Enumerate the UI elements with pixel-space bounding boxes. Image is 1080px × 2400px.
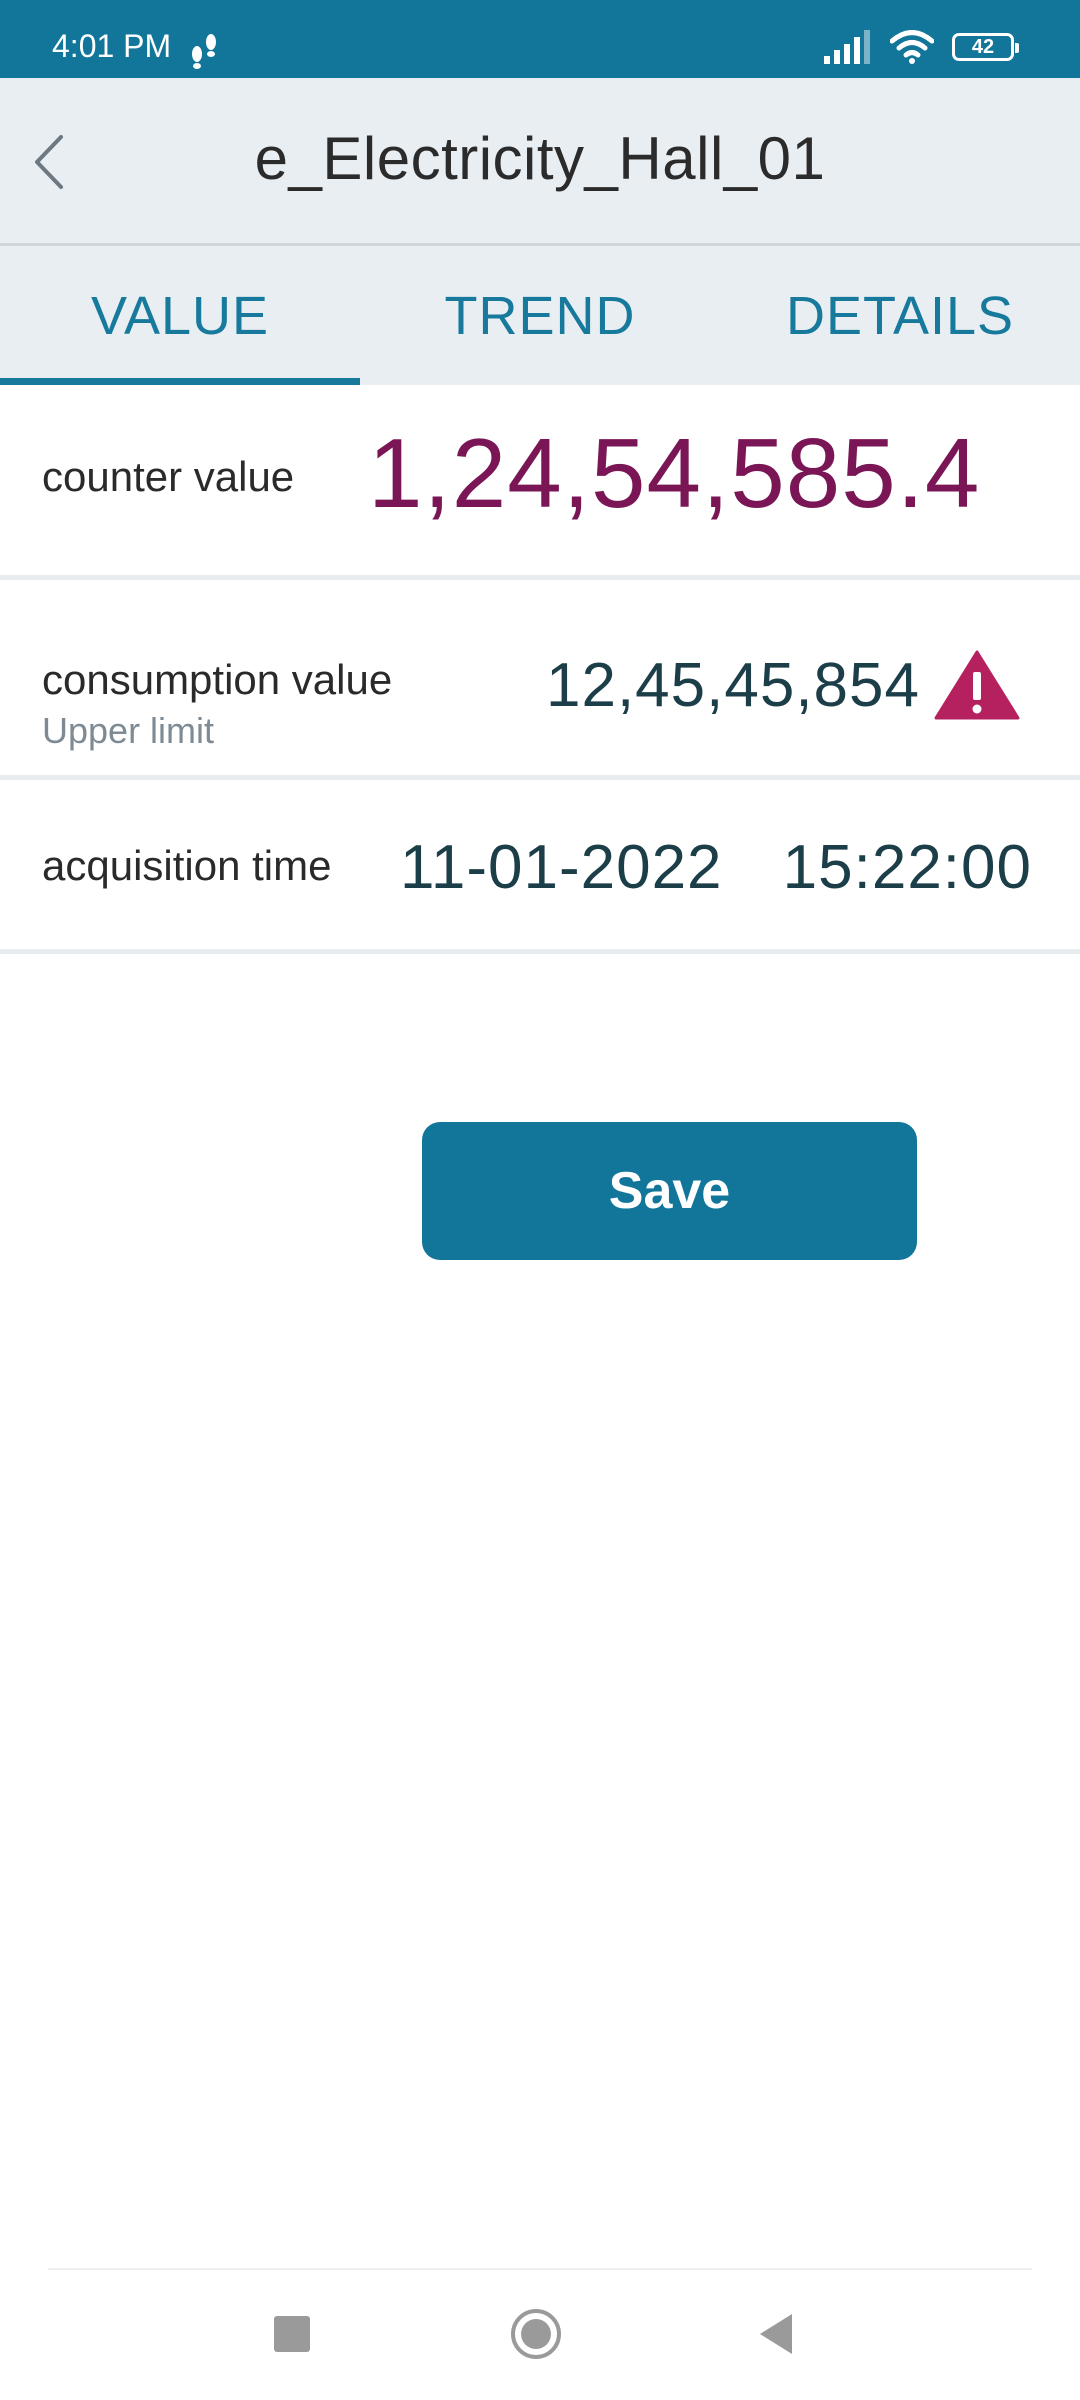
back-button[interactable]: [14, 122, 84, 202]
acquisition-row: acquisition time 11-01-2022 15:22:00: [0, 780, 1080, 954]
acquisition-time: 15:22:00: [782, 833, 1032, 902]
counter-label: counter value: [42, 453, 295, 500]
battery-level: 42: [971, 35, 995, 58]
signal-icon: [824, 30, 870, 64]
acquisition-label: acquisition time: [42, 842, 332, 889]
status-bar: 4:01 PM 42: [0, 0, 1080, 78]
page-title: e_Electricity_Hall_01: [254, 125, 826, 192]
tab-bar: VALUE TREND DETAILS: [0, 246, 1080, 385]
consumption-row: consumption value Upper limit 12,45,45,8…: [0, 580, 1080, 780]
wifi-icon: [890, 30, 934, 64]
status-icons: 42: [824, 30, 1019, 64]
consumption-label: consumption value: [42, 656, 393, 703]
home-button[interactable]: [510, 2308, 562, 2360]
tab-details[interactable]: DETAILS: [720, 246, 1080, 385]
save-button[interactable]: Save: [422, 1122, 917, 1260]
chevron-left-icon: [35, 135, 63, 189]
tab-trend[interactable]: TREND: [360, 246, 720, 385]
consumption-sublabel: Upper limit: [42, 710, 215, 751]
acquisition-date: 11-01-2022: [400, 833, 723, 902]
status-time: 4:01 PM: [52, 28, 172, 64]
tab-value[interactable]: VALUE: [0, 246, 360, 385]
counter-value: 1,24,54,585.4: [368, 418, 981, 528]
counter-row: counter value 1,24,54,585.4: [0, 385, 1080, 580]
nav-back-button[interactable]: [756, 2312, 796, 2356]
consumption-value: 12,45,45,854: [545, 651, 920, 720]
system-nav-bar: [0, 2270, 1080, 2400]
battery-icon: 42: [952, 33, 1019, 61]
recents-button[interactable]: [274, 2316, 310, 2352]
app-header: e_Electricity_Hall_01: [0, 78, 1080, 246]
warning-icon[interactable]: [934, 650, 1020, 720]
steps-icon: [192, 34, 216, 69]
